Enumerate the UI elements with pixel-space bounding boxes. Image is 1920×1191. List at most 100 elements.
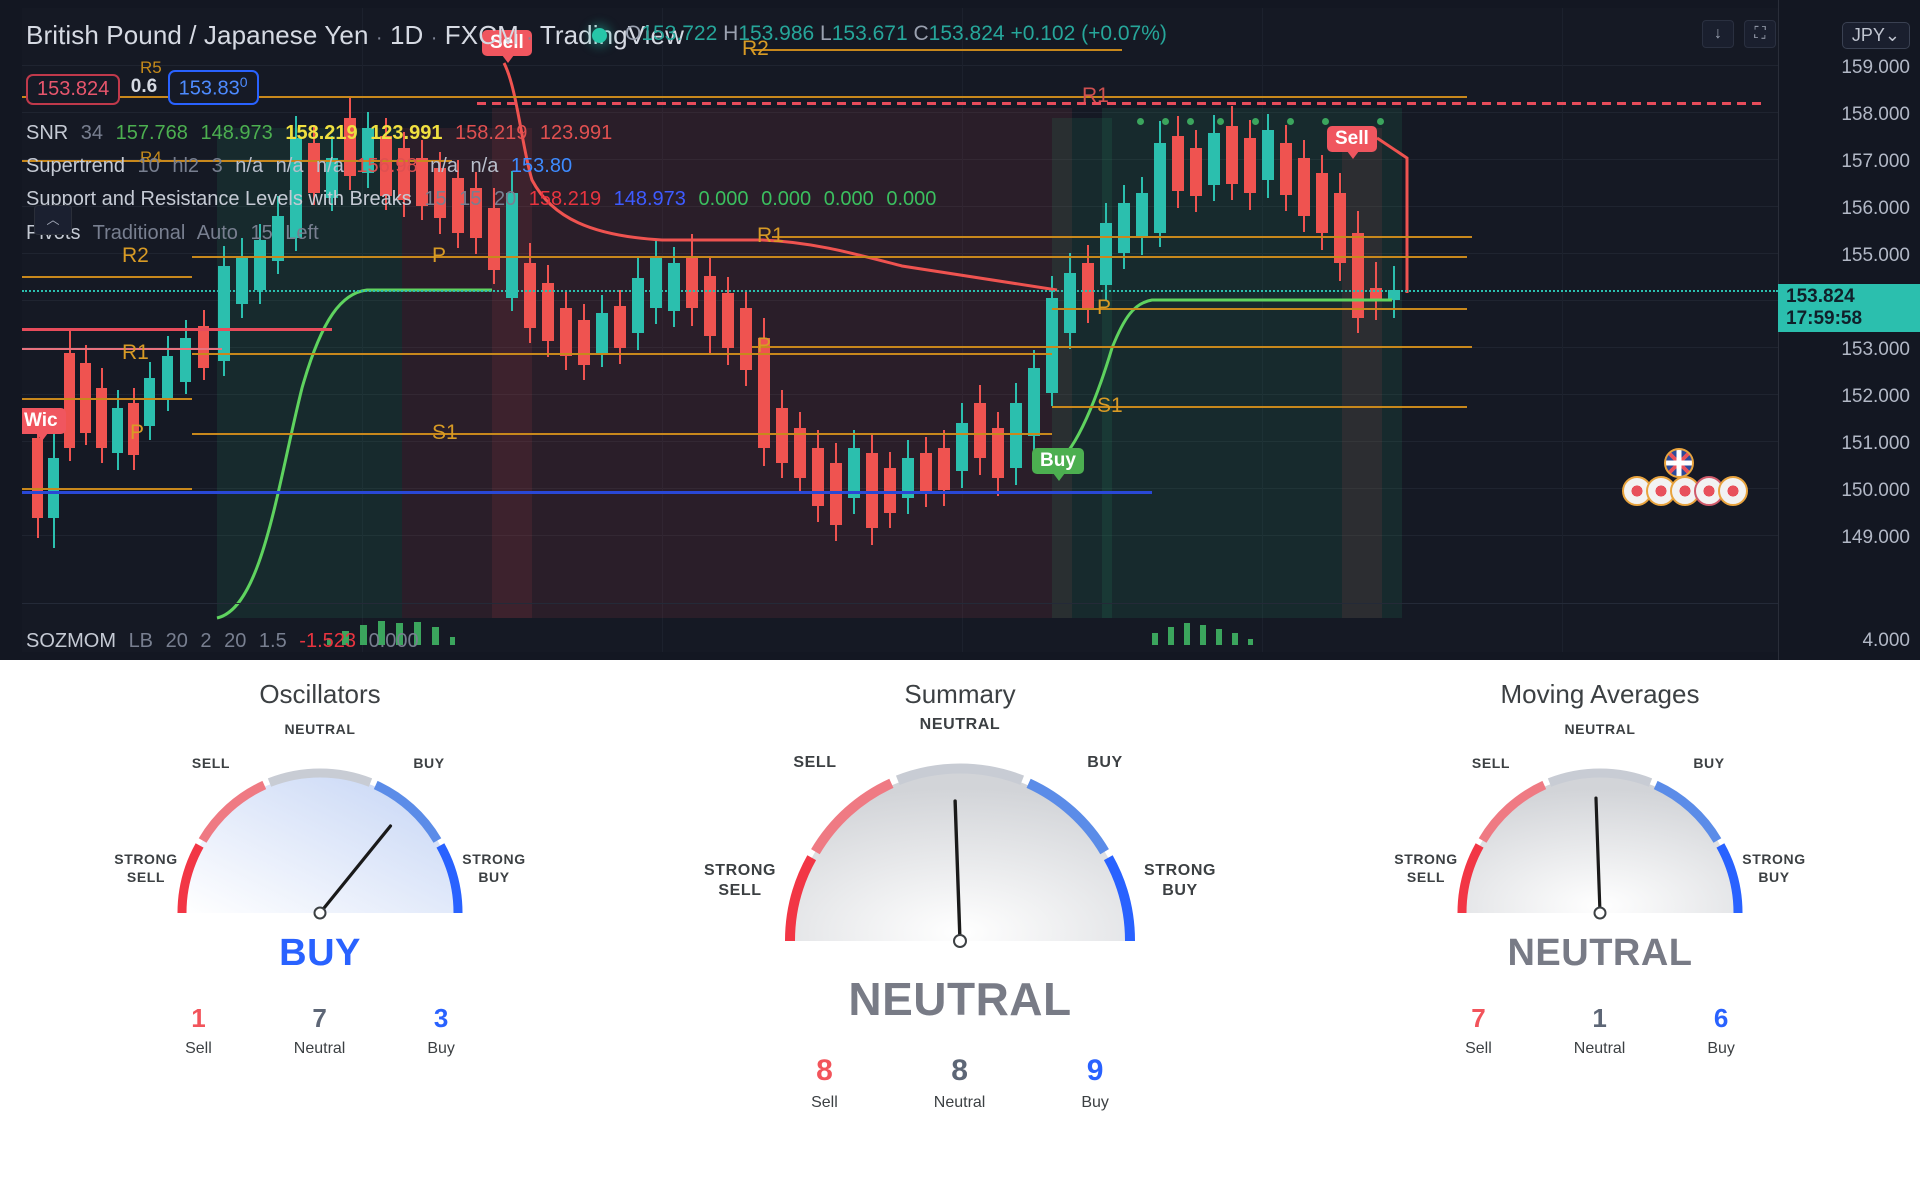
gauge-counts: 7 Sell 1 Neutral 6 Buy (1280, 1003, 1920, 1058)
count-sell: 7 Sell (1465, 1003, 1492, 1058)
symbol-header[interactable]: British Pound / Japanese Yen · 1D · FXCM… (26, 20, 684, 51)
change-percent: (+0.07%) (1081, 22, 1167, 45)
candle (488, 188, 500, 284)
count-buy-label: Buy (1707, 1040, 1735, 1057)
count-neutral-value: 8 (951, 1054, 968, 1087)
indicator-row-supertrend[interactable]: Supertrend 10 hl2 3 n/a n/a n/a 156.98 n… (26, 155, 579, 178)
flag-uk-icon[interactable] (1664, 448, 1694, 478)
pivot-line (22, 398, 192, 400)
price-axis[interactable]: JPY⌄ 159.000 158.000 157.000 156.000 155… (1778, 0, 1920, 660)
indicator-value: 156.98 (356, 155, 418, 177)
gauge-label-strong-buy-line2: BUY (478, 868, 510, 885)
candle (668, 247, 680, 327)
pivot-label-p: P (757, 334, 772, 357)
ohlc-legend: O153.722 H153.986 L153.671 C153.824 +0.1… (625, 22, 1167, 46)
wick-signal-tag[interactable]: Wic (22, 408, 66, 441)
pivot-line-r1 (772, 236, 1472, 238)
candle (1244, 120, 1256, 210)
indicator-value: 0.000 (368, 630, 419, 652)
indicator-value: 158.219 (528, 188, 602, 210)
buy-signal-tag[interactable]: Buy (1032, 448, 1084, 481)
candle (1298, 140, 1310, 232)
indicator-value: n/a (235, 155, 264, 177)
indicator-value: 123.991 (370, 122, 443, 144)
price-tick: 155.000 (1841, 245, 1910, 266)
bid-price-value: 153.824 (37, 77, 110, 100)
indicator-param: 1.5 (258, 630, 287, 652)
indicator-param: 2 (200, 630, 212, 652)
candle (1010, 383, 1022, 485)
gauge-card-moving-averages: Moving Averages NEUTRAL SELL BUY STRONG … (1280, 660, 1920, 1058)
chart-plot-area[interactable]: R2 R1 P S1 R2 R1 P S1 P P R1 Sell Sell B… (22, 8, 1778, 652)
separator: · (430, 27, 438, 49)
candle (236, 238, 248, 318)
price-tick: 149.000 (1841, 527, 1910, 548)
pivot-label-s1: S1 (1097, 394, 1123, 417)
bid-price-badge[interactable]: 153.824 (26, 73, 121, 105)
indicator-param: Traditional (92, 222, 186, 244)
gauge-label-buy: BUY (1693, 755, 1725, 771)
indicator-value: 148.973 (613, 188, 686, 210)
candle (830, 443, 842, 541)
gauge-label-strong-buy: STRONG BUY (450, 851, 538, 886)
price-tick: 157.000 (1841, 151, 1910, 172)
price-tick: 158.000 (1841, 104, 1910, 125)
currency-selector[interactable]: JPY⌄ (1841, 22, 1910, 49)
gauge-label-strong-sell: STRONG SELL (692, 861, 788, 901)
price-tick: 159.000 (1841, 57, 1910, 78)
pivot-line-s1 (192, 433, 1052, 435)
indicator-row-sozmom[interactable]: SOZMOM LB 20 2 20 1.5 -1.523 0.000 (26, 630, 426, 653)
flag-jp-icon[interactable] (1718, 476, 1748, 506)
interval-label[interactable]: 1D (390, 20, 423, 50)
indicator-param: 15 (459, 188, 482, 210)
indicator-row-snr[interactable]: SNR 34 157.768 148.973 158.219 123.991 1… (26, 122, 619, 145)
gauge-counts: 1 Sell 7 Neutral 3 Buy (0, 1003, 640, 1058)
indicator-param: hl2 (172, 155, 200, 177)
signal-dot (1187, 118, 1194, 125)
indicator-param: 20 (493, 188, 517, 210)
exchange-label[interactable]: FXCM (445, 20, 519, 50)
indicator-row-sr-breaks[interactable]: Support and Resistance Levels with Break… (26, 188, 943, 211)
gauge-verdict: BUY (279, 932, 361, 974)
indicator-value: n/a (430, 155, 458, 177)
snr-resistance-line (22, 328, 332, 331)
live-status-dot (592, 28, 607, 43)
gauge-label-neutral: NEUTRAL (919, 716, 1001, 733)
pivot-line (22, 488, 192, 490)
candle (218, 246, 230, 376)
signal-dot (1137, 118, 1144, 125)
candle (162, 336, 173, 411)
candle (632, 258, 644, 350)
ask-price-badge[interactable]: 153.830 (167, 70, 259, 105)
signal-dot (1217, 118, 1224, 125)
candle (722, 277, 734, 365)
collapse-legend-button[interactable]: ︿ (34, 205, 72, 235)
low-label: L (820, 22, 832, 45)
candle (776, 390, 788, 478)
current-price-badge[interactable]: 153.824 17:59:58 (1778, 284, 1920, 332)
price-tick: 156.000 (1841, 198, 1910, 219)
indicator-value: n/a (275, 155, 304, 177)
symbol-name[interactable]: British Pound / Japanese Yen (26, 20, 369, 50)
indicator-value: 0.000 (886, 188, 937, 210)
indicator-param: Auto (196, 222, 238, 244)
fullscreen-icon[interactable]: ⛶ (1744, 20, 1776, 48)
indicator-value: 153.80 (510, 155, 573, 177)
trading-chart-panel[interactable]: R2 R1 P S1 R2 R1 P S1 P P R1 Sell Sell B… (0, 0, 1920, 660)
sell-signal-tag[interactable]: Sell (1327, 126, 1377, 159)
candle (1190, 130, 1202, 212)
gauge-verdict: NEUTRAL (1507, 932, 1693, 974)
indicator-param: Left (285, 222, 319, 244)
count-sell: 8 Sell (811, 1054, 838, 1112)
gauge-label-strong-buy-line1: STRONG (1742, 851, 1806, 867)
count-sell-value: 1 (191, 1003, 206, 1033)
download-icon[interactable]: ↓ (1702, 20, 1734, 48)
candle (144, 362, 155, 440)
candle (740, 290, 752, 386)
indicator-value: 148.973 (200, 122, 273, 144)
indicator-param: 34 (80, 122, 104, 144)
pivot-label-p: P (130, 421, 145, 444)
candle (112, 390, 123, 470)
candle (992, 412, 1004, 496)
signal-dot (1252, 118, 1259, 125)
